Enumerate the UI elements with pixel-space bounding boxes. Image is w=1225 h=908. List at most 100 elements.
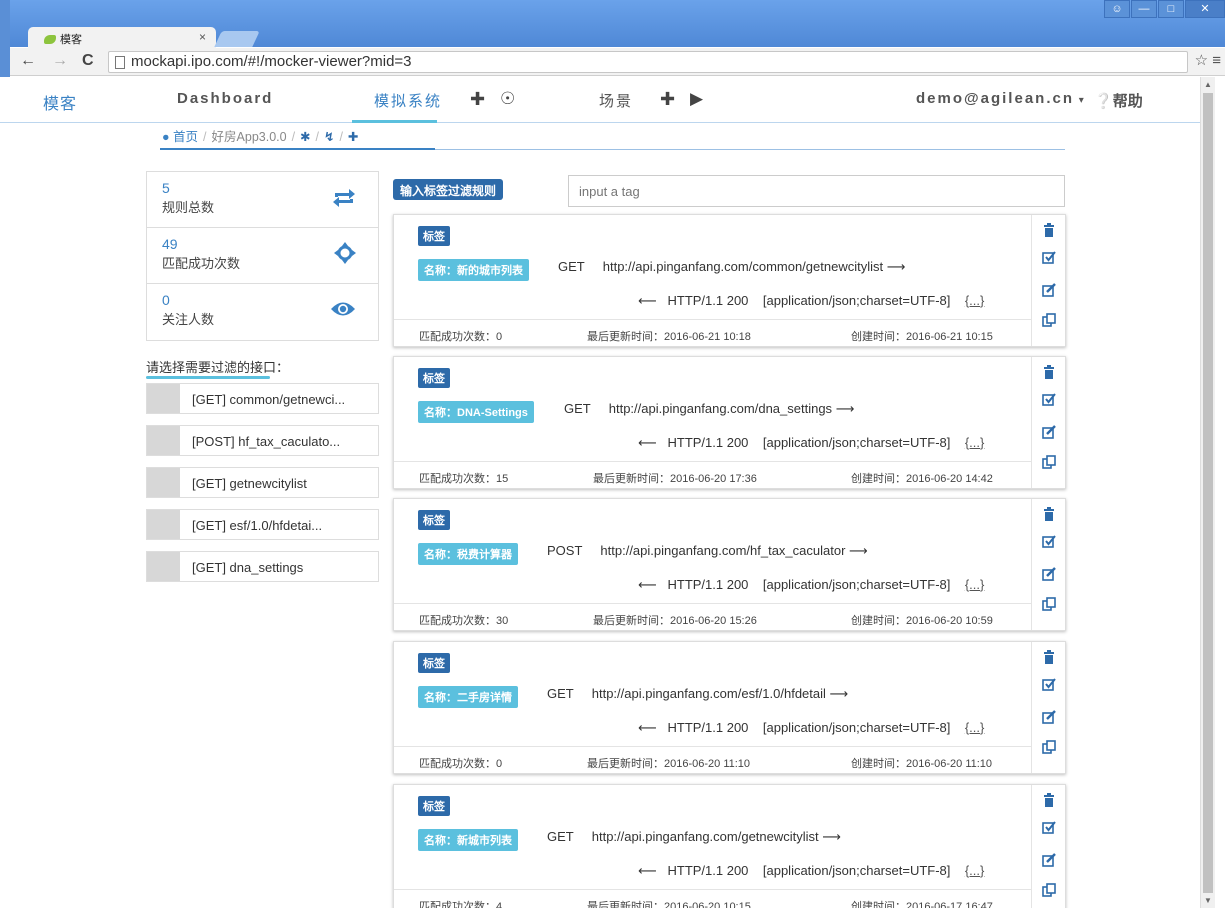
response-body-link[interactable]: {...}	[965, 863, 985, 878]
tag-badge[interactable]: 标签	[418, 653, 450, 673]
trash-icon[interactable]	[1042, 365, 1056, 379]
response-body-link[interactable]: {...}	[965, 435, 985, 450]
api-filter-label: [GET] common/getnewci...	[192, 392, 346, 407]
tab-close-button[interactable]: ×	[199, 30, 206, 44]
add-icon[interactable]: ✚	[348, 130, 358, 144]
content-type: [application/json;charset=UTF-8]	[762, 720, 951, 735]
check-square-icon[interactable]	[1042, 250, 1056, 264]
breadcrumb-project[interactable]: 好房App3.0.0	[212, 130, 287, 144]
url-input[interactable]: mockapi.ipo.com/#!/mocker-viewer?mid=3	[108, 51, 1188, 73]
trash-icon[interactable]	[1042, 650, 1056, 664]
copy-icon[interactable]	[1042, 883, 1056, 897]
address-bar: ← → C mockapi.ipo.com/#!/mocker-viewer?m…	[10, 48, 1225, 76]
help-link[interactable]: ❔帮助	[1094, 90, 1143, 111]
response-body-link[interactable]: {...}	[965, 720, 985, 735]
trash-icon[interactable]	[1042, 223, 1056, 237]
updated-time: 最后更新时间：2016-06-20 10:15	[587, 901, 751, 908]
edit-icon[interactable]	[1042, 567, 1056, 581]
rule-name-badge: 名称：DNA-Settings	[418, 401, 534, 423]
response-line: ⟵ HTTP/1.1 200 [application/json;charset…	[638, 293, 984, 309]
minimize-button[interactable]: —	[1131, 0, 1157, 18]
card-actions	[1031, 357, 1065, 488]
check-square-icon[interactable]	[1042, 392, 1056, 406]
edit-icon[interactable]	[1042, 710, 1056, 724]
reload-button[interactable]: C	[82, 52, 94, 70]
target-icon[interactable]: ☉	[500, 89, 515, 109]
nav-mock-system[interactable]: 模拟系统	[374, 90, 442, 111]
tag-badge[interactable]: 标签	[418, 226, 450, 246]
scroll-up-icon[interactable]: ▲	[1204, 80, 1212, 89]
edit-icon[interactable]	[1042, 425, 1056, 439]
updated-time: 最后更新时间：2016-06-20 17:36	[593, 473, 757, 485]
api-filter-item[interactable]: [GET] esf/1.0/hfdetai...	[146, 509, 379, 540]
scroll-down-icon[interactable]: ▼	[1204, 896, 1212, 905]
edit-icon[interactable]	[1042, 853, 1056, 867]
page-content: 模客 Dashboard 模拟系统 ✚ ☉ 场景 ✚ ▶ demo@agilea…	[0, 77, 1200, 908]
browser-tab[interactable]: 模客 ×	[28, 27, 216, 48]
http-method: GET	[547, 829, 574, 844]
trash-icon[interactable]	[1042, 507, 1056, 521]
breadcrumb-home[interactable]: ● 首页	[162, 130, 198, 144]
back-button[interactable]: ←	[20, 52, 36, 70]
tag-badge[interactable]: 标签	[418, 510, 450, 530]
response-line: ⟵ HTTP/1.1 200 [application/json;charset…	[638, 720, 984, 736]
checkbox[interactable]	[147, 552, 180, 581]
add-mock-icon[interactable]: ✚	[470, 89, 485, 110]
copy-icon[interactable]	[1042, 455, 1056, 469]
request-line: GET http://api.pinganfang.com/esf/1.0/hfd…	[547, 686, 848, 702]
settings-icon[interactable]: ✱	[300, 130, 310, 144]
checkbox[interactable]	[147, 468, 180, 497]
page-scrollbar[interactable]: ▲ ▼	[1200, 77, 1215, 908]
check-square-icon[interactable]	[1042, 820, 1056, 834]
play-icon[interactable]: ▶	[690, 89, 703, 109]
checkbox[interactable]	[147, 510, 180, 539]
nav-dashboard[interactable]: Dashboard	[177, 90, 273, 107]
copy-icon[interactable]	[1042, 740, 1056, 754]
brand-link[interactable]: 模客	[43, 90, 77, 114]
eye-icon	[331, 302, 355, 316]
request-line: GET http://api.pinganfang.com/getnewcityl…	[547, 829, 841, 845]
tag-badge[interactable]: 标签	[418, 368, 450, 388]
scrollbar-thumb[interactable]	[1203, 93, 1213, 893]
response-body-link[interactable]: {...}	[965, 293, 985, 308]
tag-filter-input[interactable]	[568, 175, 1065, 207]
bookmark-menu-icons[interactable]: ☆ ≡	[1195, 51, 1221, 69]
api-filter-item[interactable]: [GET] common/getnewci...	[146, 383, 379, 414]
response-body-link[interactable]: {...}	[965, 577, 985, 592]
check-square-icon[interactable]	[1042, 677, 1056, 691]
maximize-button[interactable]: □	[1158, 0, 1184, 18]
updated-time: 最后更新时间：2016-06-20 15:26	[593, 615, 757, 627]
api-filter-item[interactable]: [POST] hf_tax_caculato...	[146, 425, 379, 456]
user-icon[interactable]: ☺	[1104, 0, 1130, 18]
copy-icon[interactable]	[1042, 597, 1056, 611]
content-type: [application/json;charset=UTF-8]	[762, 435, 951, 450]
caret-down-icon: ▾	[1074, 95, 1086, 106]
close-window-button[interactable]: ✕	[1185, 0, 1225, 18]
url-text: mockapi.ipo.com/#!/mocker-viewer?mid=3	[131, 53, 412, 70]
checkbox[interactable]	[147, 426, 180, 455]
api-filter-item[interactable]: [GET] dna_settings	[146, 551, 379, 582]
flash-icon[interactable]: ↯	[324, 130, 334, 144]
match-count: 匹配成功次数：30	[419, 615, 509, 627]
check-square-icon[interactable]	[1042, 534, 1056, 548]
api-filter-label: [POST] hf_tax_caculato...	[192, 434, 341, 449]
stat-follower-count: 0 关注人数	[147, 284, 378, 340]
user-menu[interactable]: demo@agilean.cn ▾	[916, 90, 1086, 107]
card-actions	[1031, 499, 1065, 630]
trash-icon[interactable]	[1042, 793, 1056, 807]
arrow-right-icon: ⟶	[835, 401, 855, 416]
arrow-right-icon: ⟶	[886, 259, 906, 274]
nav-scenes[interactable]: 场景	[599, 90, 633, 111]
forward-button[interactable]: →	[52, 52, 68, 70]
tab-title: 模客	[60, 34, 82, 46]
checkbox[interactable]	[147, 384, 180, 413]
content-type: [application/json;charset=UTF-8]	[762, 863, 951, 878]
copy-icon[interactable]	[1042, 313, 1056, 327]
created-time: 创建时间：2016-06-20 10:59	[851, 615, 993, 627]
dashboard-icon: ●	[162, 130, 174, 144]
new-tab-button[interactable]	[214, 31, 260, 47]
tag-badge[interactable]: 标签	[418, 796, 450, 816]
add-scene-icon[interactable]: ✚	[660, 89, 675, 110]
api-filter-item[interactable]: [GET] getnewcitylist	[146, 467, 379, 498]
edit-icon[interactable]	[1042, 283, 1056, 297]
